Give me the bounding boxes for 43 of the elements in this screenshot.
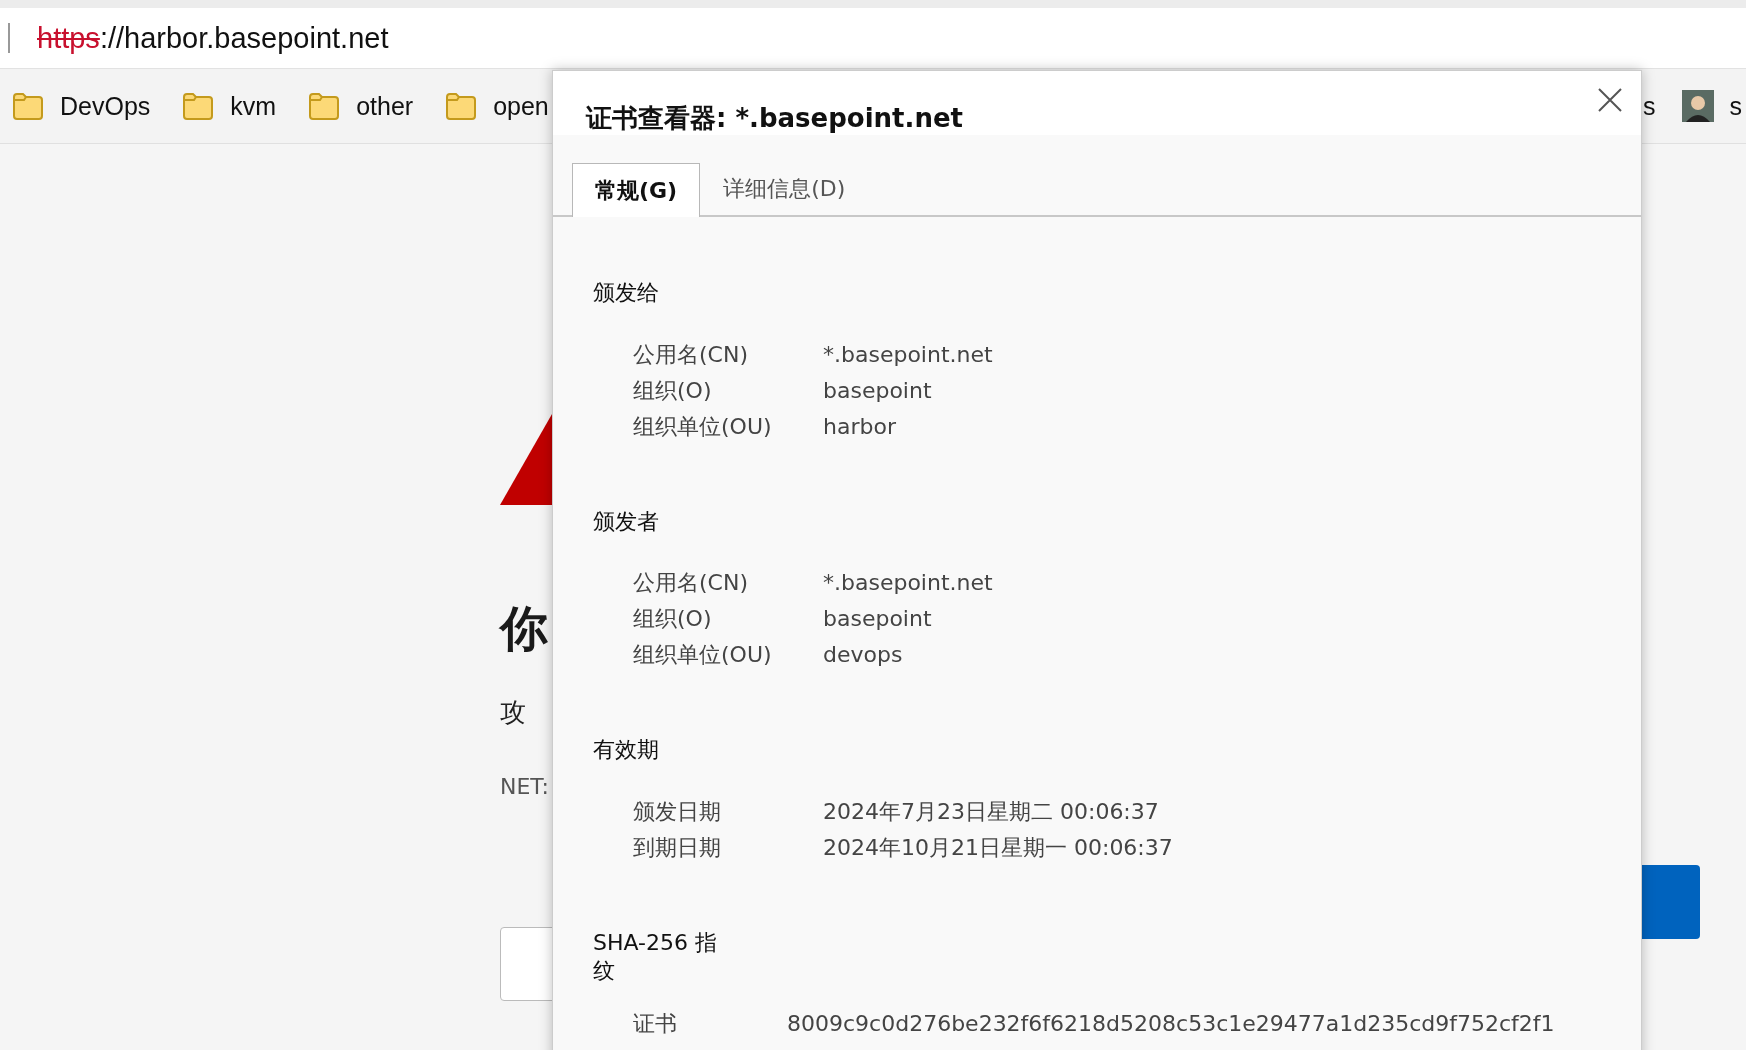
- dialog-title: 证书查看器: *.basepoint.net: [586, 102, 963, 135]
- field-label: 公用名(CN): [632, 340, 749, 369]
- folder-icon: [182, 92, 215, 120]
- bookmark-label[interactable]: DevOps: [60, 91, 151, 121]
- bookmark-label[interactable]: open: [493, 91, 549, 121]
- page-text: 攻: [500, 696, 526, 729]
- close-icon: [1598, 88, 1622, 112]
- page-heading: 你: [500, 599, 548, 658]
- field-label: 公用名(CN): [632, 569, 749, 598]
- section-heading: 颁发给: [593, 279, 660, 307]
- field-label: 组织(O): [632, 376, 713, 405]
- close-button[interactable]: [1597, 87, 1623, 113]
- bookmark-label[interactable]: s: [1729, 91, 1742, 121]
- field-label: 组织单位(OU): [632, 641, 773, 670]
- field-value: basepoint: [823, 605, 932, 634]
- tab[interactable]: 常规(G): [572, 163, 701, 217]
- field-value: *.basepoint.net: [823, 340, 993, 369]
- section-heading: 有效期: [593, 736, 660, 765]
- field-value: 2024年7月23日星期二 00:06:37: [823, 797, 1159, 826]
- section-heading: SHA-256 指纹: [593, 928, 718, 986]
- folder-icon: [308, 92, 341, 120]
- field-value: *.basepoint.net: [823, 569, 993, 598]
- error-code: NET:: [500, 774, 549, 799]
- tab[interactable]: 详细信息(D): [700, 163, 869, 215]
- field-label: 组织(O): [632, 605, 713, 634]
- bookmark-label[interactable]: other: [356, 91, 414, 121]
- field-value: harbor: [823, 412, 896, 441]
- field-value: 2024年10月21日星期一 00:06:37: [823, 833, 1173, 862]
- field-value: devops: [823, 641, 903, 670]
- field-value: basepoint: [823, 376, 932, 405]
- field-label: 到期日期: [632, 833, 722, 862]
- field-value: 8009c9c0d276be232f6f6218d5208c53c1e29477a1d235cd9f752cf2f1: [787, 1009, 1555, 1038]
- field-label: 颁发日期: [632, 797, 722, 826]
- bookmark-label[interactable]: s: [1643, 91, 1656, 121]
- field-label: 组织单位(OU): [632, 412, 773, 441]
- bookmark-label[interactable]: kvm: [230, 91, 277, 121]
- url-text: https://harbor.basepoint.net: [37, 21, 389, 55]
- address-bar[interactable]: https://harbor.basepoint.net: [0, 8, 1746, 69]
- folder-icon: [445, 92, 478, 120]
- section-heading: 颁发者: [593, 507, 660, 536]
- avatar-icon: [1681, 90, 1714, 122]
- folder-icon: [12, 92, 44, 120]
- field-label: 证书: [632, 1009, 678, 1038]
